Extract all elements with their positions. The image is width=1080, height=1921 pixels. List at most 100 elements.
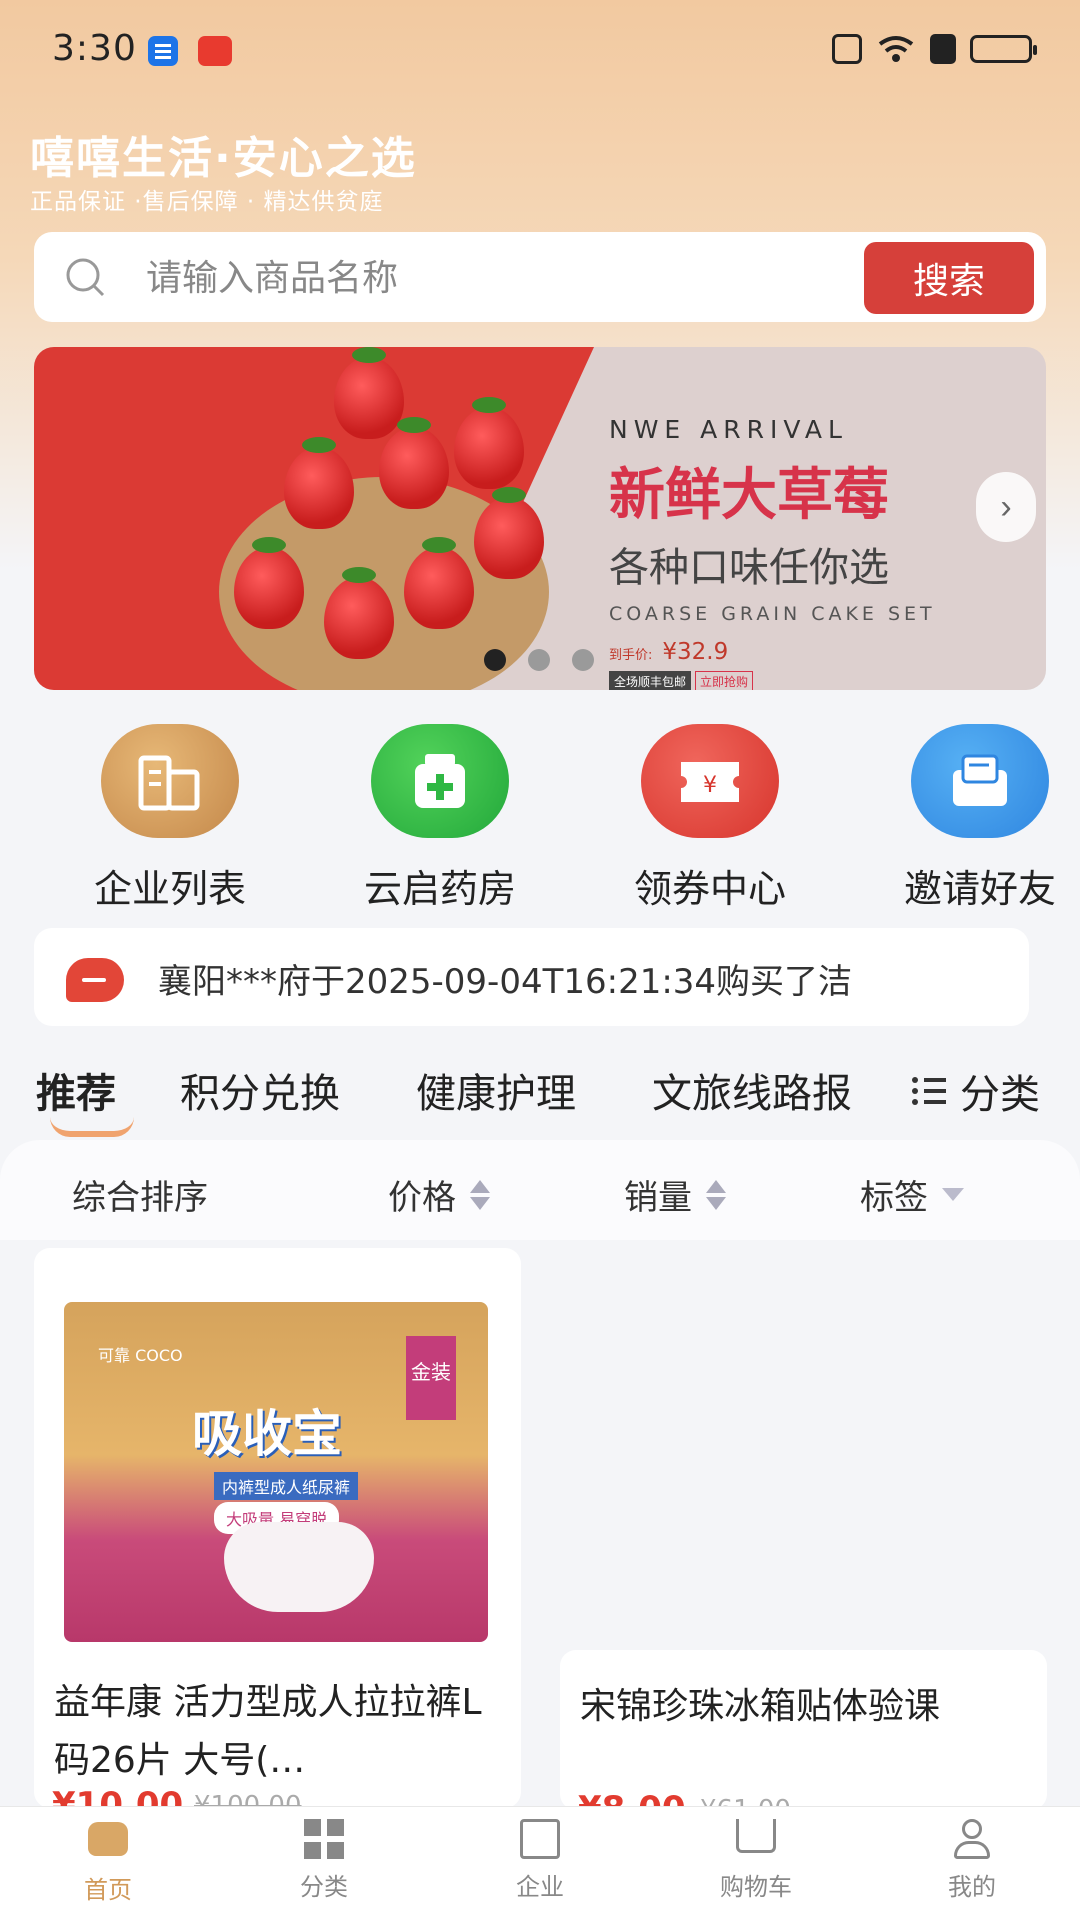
product-illustration: [224, 1522, 374, 1612]
quick-nav-pharmacy[interactable]: 云启药房: [330, 724, 550, 913]
svg-text:¥: ¥: [703, 773, 717, 798]
nav-home[interactable]: 首页: [28, 1819, 188, 1905]
purchase-notice[interactable]: 襄阳***府于2025-09-04T16:21:34购买了洁: [34, 928, 1029, 1026]
battery-icon: [970, 35, 1037, 63]
strawberry-image: [234, 537, 304, 629]
category-button-label: 分类: [960, 1072, 1040, 1118]
product-image-badge: 金装: [406, 1336, 456, 1420]
chevron-down-icon: [942, 1188, 964, 1201]
quick-nav-label: 领券中心: [633, 867, 786, 911]
user-icon: [950, 1819, 994, 1859]
carousel-dot[interactable]: [484, 649, 506, 671]
product-name: 益年康 活力型成人拉拉裤L码26片 大号(…: [54, 1682, 482, 1781]
sort-price[interactable]: 价格: [388, 1170, 490, 1219]
banner-headline-en: NWE ARRIVAL: [609, 415, 848, 444]
banner-next-button[interactable]: ›: [976, 472, 1036, 542]
list-icon: [912, 1077, 946, 1105]
promo-banner[interactable]: NWE ARRIVAL 新鲜大草莓 各种口味任你选 COARSE GRAIN C…: [34, 347, 1046, 690]
sort-label: 价格: [388, 1178, 456, 1218]
quick-nav: 企业列表 云启药房 ¥ 领券中心 邀请好友: [0, 724, 1080, 913]
quick-nav-coupons[interactable]: ¥ 领券中心: [600, 724, 820, 913]
banner-shipping-tag: 全场顺丰包邮: [609, 671, 692, 690]
banner-price-row: 到手价: ¥32.9: [609, 639, 936, 665]
strawberry-image: [324, 567, 394, 659]
strawberry-image: [379, 417, 449, 509]
banner-buy-tag: 立即抢购: [695, 671, 754, 690]
banner-title: 新鲜大草莓: [609, 463, 889, 528]
building-icon: [518, 1819, 562, 1859]
product-card[interactable]: 宋锦珍珠冰箱贴体验课 ¥8.00 ¥61.00: [560, 1650, 1047, 1810]
nav-label: 分类: [300, 1873, 348, 1901]
carousel-dots: [484, 649, 594, 671]
sort-comprehensive[interactable]: 综合排序: [72, 1170, 208, 1219]
grid-icon: [302, 1819, 346, 1859]
app-slogan: 嘻嘻生活·安心之选: [30, 133, 417, 184]
active-tab-indicator: [50, 1117, 134, 1137]
cart-icon: [734, 1819, 778, 1859]
sort-label: 标签: [860, 1178, 928, 1218]
product-image-title: 吸收宝: [192, 1405, 342, 1463]
category-tabs: 推荐 积分兑换 健康护理 文旅线路报 分类: [0, 1055, 1080, 1137]
bottom-nav: 首页 分类 企业 购物车 我的: [0, 1806, 1080, 1921]
sort-sales[interactable]: 销量: [624, 1170, 726, 1219]
nav-enterprise[interactable]: 企业: [460, 1819, 620, 1902]
strawberry-image: [284, 437, 354, 529]
sort-arrows-icon: [706, 1179, 726, 1210]
sort-bar: 综合排序 价格 销量 标签: [0, 1140, 1080, 1240]
carousel-dot[interactable]: [572, 649, 594, 671]
category-button[interactable]: 分类: [906, 1061, 1046, 1121]
tab-recommended[interactable]: 推荐: [36, 1061, 116, 1119]
product-price: ¥10.00: [52, 1785, 184, 1808]
product-image-brand: 可靠 COCO: [98, 1346, 183, 1365]
huawei-app-icon: [198, 36, 232, 66]
status-bar: 3:30: [0, 0, 1080, 100]
banner-tags: 全场顺丰包邮 立即抢购: [609, 671, 936, 690]
status-icons: [832, 34, 1037, 64]
strawberry-image: [474, 487, 544, 579]
product-name: 宋锦珍珠冰箱贴体验课: [580, 1686, 941, 1727]
app-subslogan: 正品保证 ·售后保障 · 精达供贫庭: [30, 189, 384, 215]
search-icon: [66, 258, 105, 297]
status-time: 3:30: [52, 28, 137, 69]
tab-health-care[interactable]: 健康护理: [416, 1061, 576, 1119]
quick-nav-enterprise-list[interactable]: 企业列表: [60, 724, 280, 913]
quick-nav-label: 企业列表: [93, 867, 246, 911]
notification-app-icon: [148, 36, 178, 66]
sort-arrows-icon: [470, 1179, 490, 1210]
nav-category[interactable]: 分类: [244, 1819, 404, 1902]
product-image-subtitle: 内裤型成人纸尿裤: [214, 1472, 359, 1500]
banner-price-label: 到手价:: [609, 648, 653, 663]
banner-tagline-en: COARSE GRAIN CAKE SET: [609, 603, 936, 625]
search-bar: 搜索: [34, 232, 1046, 322]
coupon-icon: ¥: [641, 724, 779, 838]
quick-nav-invite[interactable]: 邀请好友: [870, 724, 1080, 913]
alert-icon: [930, 34, 956, 64]
nav-cart[interactable]: 购物车: [676, 1819, 836, 1902]
strawberry-image: [404, 537, 474, 629]
nav-label: 购物车: [720, 1873, 792, 1901]
sort-label: 综合排序: [72, 1178, 208, 1218]
wifi-icon: [878, 36, 914, 62]
invite-mail-icon: [911, 724, 1049, 838]
nav-profile[interactable]: 我的: [892, 1819, 1052, 1902]
strawberry-image: [334, 347, 404, 439]
notice-text: 襄阳***府于2025-09-04T16:21:34购买了洁: [158, 962, 853, 1002]
search-button[interactable]: 搜索: [864, 242, 1034, 314]
filter-tags[interactable]: 标签: [860, 1170, 964, 1219]
product-card[interactable]: 可靠 COCO 吸收宝 金装 内裤型成人纸尿裤 大吸量 易穿脱 益年康 活力型成…: [34, 1248, 521, 1808]
quick-nav-label: 邀请好友: [903, 867, 1056, 911]
search-input[interactable]: [144, 247, 848, 309]
strawberry-image: [454, 397, 524, 489]
chat-bubble-icon: [66, 958, 124, 1002]
tab-points-exchange[interactable]: 积分兑换: [180, 1061, 340, 1119]
tab-travel-routes[interactable]: 文旅线路报: [652, 1061, 852, 1119]
building-icon: [101, 724, 239, 838]
banner-text: NWE ARRIVAL 新鲜大草莓 各种口味任你选 COARSE GRAIN C…: [609, 415, 936, 690]
sort-label: 销量: [624, 1178, 692, 1218]
carousel-dot[interactable]: [528, 649, 550, 671]
nav-label: 企业: [516, 1873, 564, 1901]
nav-label: 我的: [948, 1873, 996, 1901]
product-image: 可靠 COCO 吸收宝 金装 内裤型成人纸尿裤 大吸量 易穿脱: [64, 1302, 488, 1642]
quick-nav-label: 云启药房: [363, 867, 516, 911]
home-icon: [86, 1822, 130, 1862]
